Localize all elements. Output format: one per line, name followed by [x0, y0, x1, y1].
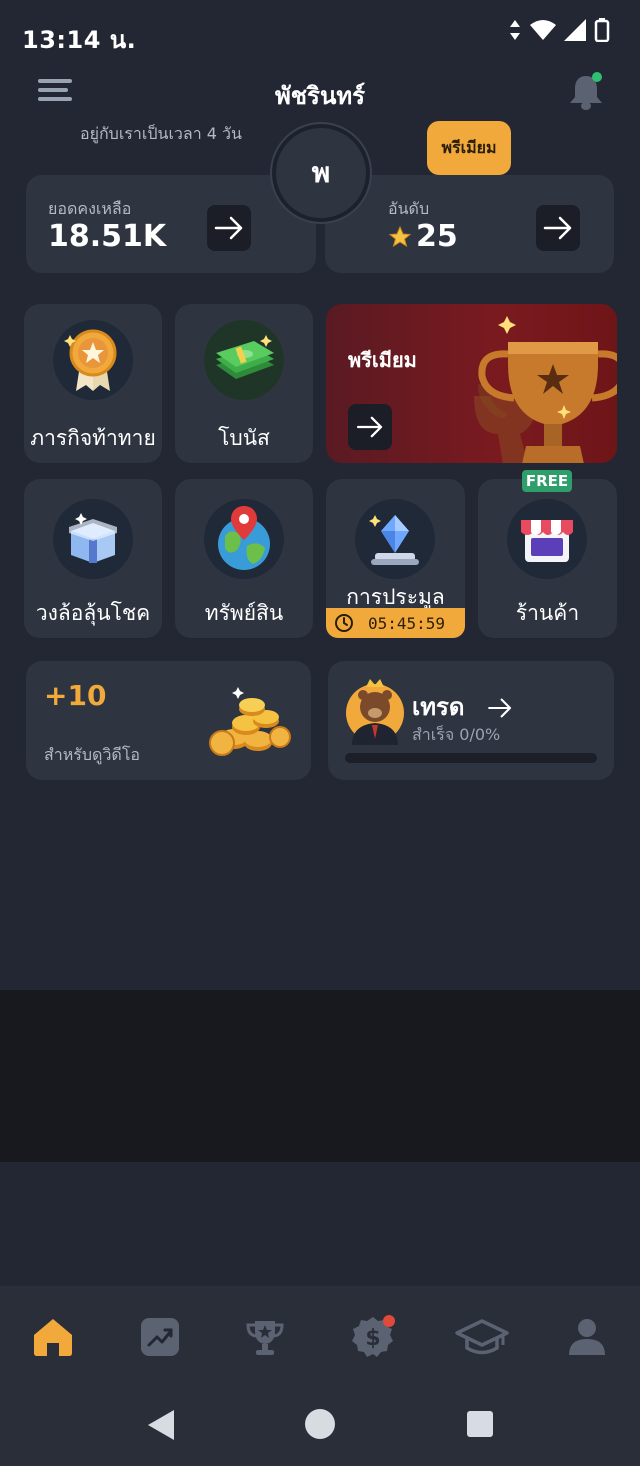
diamond-pedestal-icon — [369, 515, 419, 565]
profile-icon — [569, 1319, 605, 1355]
nav-chart[interactable] — [135, 1312, 185, 1362]
recents-icon[interactable] — [466, 1410, 494, 1438]
rank-value-wrap: 25 — [388, 219, 458, 254]
auction-tile[interactable]: การประมูล 05:45:59 — [326, 479, 465, 638]
challenges-tile[interactable]: ภารกิจท้าทาย — [24, 304, 162, 463]
video-reward-card[interactable]: +10 สำหรับดูวิดีโอ — [26, 661, 311, 780]
nav-coin-badge[interactable]: $ — [348, 1312, 398, 1362]
signal-icon — [564, 19, 586, 41]
challenges-icon-wrap — [53, 320, 133, 400]
bonus-tile[interactable]: โบนัส — [175, 304, 313, 463]
gold-coins-icon — [209, 687, 291, 756]
trophy-cup-icon — [474, 316, 617, 463]
lucky-wheel-label: วงล้อลุ้นโชค — [35, 601, 151, 625]
bonus-label: โบนัส — [218, 426, 270, 450]
data-arrows-icon — [510, 20, 520, 40]
video-reward-amount: +10 — [44, 679, 107, 712]
trophy-icon — [246, 1321, 284, 1355]
free-badge: FREE — [522, 470, 572, 492]
rank-arrow-button[interactable] — [536, 205, 580, 251]
assets-icon-wrap — [204, 499, 284, 579]
assets-tile[interactable]: ทรัพย์สิน — [175, 479, 313, 638]
trade-card[interactable]: เทรด สำเร็จ 0/0% — [328, 661, 614, 780]
arrow-right-icon — [543, 216, 572, 240]
home-icon — [34, 1319, 72, 1356]
assets-label: ทรัพย์สิน — [204, 601, 284, 625]
bonus-icon-wrap — [204, 320, 284, 400]
battery-icon — [594, 18, 610, 42]
cash-stack-icon — [216, 335, 274, 379]
notification-button[interactable] — [566, 72, 606, 112]
nav-learn[interactable] — [454, 1312, 510, 1362]
graduation-cap-icon — [455, 1319, 509, 1355]
trade-title-text: เทรด — [412, 693, 465, 721]
storefront-icon — [521, 520, 573, 562]
nav-home[interactable] — [28, 1312, 78, 1362]
trade-title: เทรด — [412, 687, 513, 726]
star-icon — [388, 225, 412, 247]
trade-subtitle: สำเร็จ 0/0% — [412, 725, 501, 744]
auction-timer-bar: 05:45:59 — [326, 608, 465, 638]
globe-pin-icon — [218, 506, 270, 570]
system-nav-bar — [0, 1386, 640, 1466]
arrow-right-icon — [214, 216, 243, 240]
premium-tile-label: พรีเมียม — [348, 348, 417, 372]
lucky-wheel-tile[interactable]: วงล้อลุ้นโชค — [24, 479, 162, 638]
clock-icon — [335, 614, 353, 632]
medal-badge-icon — [64, 329, 117, 391]
avatar[interactable]: พ — [272, 124, 370, 222]
content-divider-band — [0, 990, 640, 1162]
auction-icon-wrap — [355, 499, 435, 579]
auction-timer: 05:45:59 — [368, 613, 446, 633]
balance-value: 18.51K — [48, 219, 167, 254]
mystery-box-icon — [69, 513, 117, 563]
bear-king-avatar-icon — [346, 679, 404, 745]
arrow-right-icon — [487, 698, 511, 718]
nav-trophy[interactable] — [240, 1312, 290, 1362]
trade-progress-track — [345, 753, 597, 763]
back-icon[interactable] — [146, 1408, 176, 1442]
shop-tile[interactable]: ร้านค้า — [478, 479, 617, 638]
member-since-text: อยู่กับเราเป็นเวลา 4 วัน — [80, 124, 242, 143]
svg-text:$: $ — [365, 1326, 380, 1351]
status-icons — [508, 18, 610, 42]
premium-tile[interactable]: พรีเมียม — [326, 304, 617, 463]
rank-value: 25 — [416, 219, 458, 254]
coin-badge-icon: $ — [352, 1315, 395, 1357]
premium-badge-button[interactable]: พรีเมียม — [427, 121, 511, 175]
shop-icon-wrap — [507, 499, 587, 579]
lucky-wheel-icon-wrap — [53, 499, 133, 579]
home-circle-icon[interactable] — [304, 1408, 336, 1440]
video-reward-label: สำหรับดูวิดีโอ — [44, 745, 141, 764]
bottom-nav: $ — [0, 1286, 640, 1386]
premium-arrow-button[interactable] — [348, 404, 392, 450]
status-time: 13:14 น. — [22, 26, 137, 54]
page-title: พัชรินทร์ — [274, 82, 366, 110]
nav-profile[interactable] — [562, 1312, 612, 1362]
chart-icon — [141, 1318, 179, 1356]
wifi-icon — [530, 20, 556, 40]
balance-card: ยอดคงเหลือ 18.51K — [26, 175, 316, 273]
shop-label: ร้านค้า — [515, 601, 580, 625]
notification-dot — [592, 72, 602, 82]
arrow-right-icon — [356, 416, 383, 438]
balance-arrow-button[interactable] — [207, 205, 251, 251]
rank-card: อันดับ 25 — [325, 175, 614, 273]
challenges-label: ภารกิจท้าทาย — [30, 426, 156, 450]
